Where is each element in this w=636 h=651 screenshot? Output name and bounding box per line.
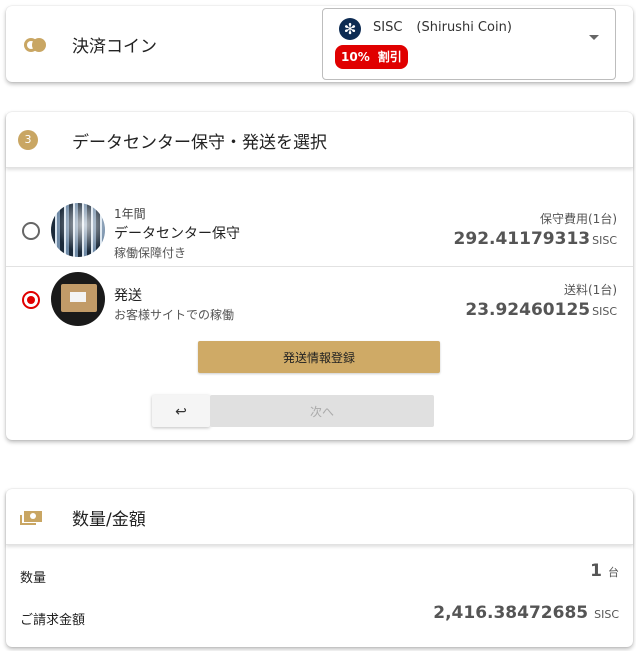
total-amount-value: 2,416.38472685 — [433, 603, 589, 623]
datacenter-price-value: 292.41179313 — [453, 229, 591, 249]
quantity-value: 1 — [590, 561, 602, 581]
total-amount-label: ご請求金額 — [20, 613, 86, 628]
shipping-price-unit: SISC — [592, 305, 617, 318]
shirushi-coin-logo-icon: ✻ — [339, 18, 361, 40]
total-amount-row: ご請求金額 2,416.38472685 SISC — [6, 603, 633, 633]
radio-datacenter-maintenance[interactable] — [22, 222, 40, 240]
datacenter-period: 1年間 — [114, 207, 146, 221]
datacenter-shipping-card: 3 データセンター保守・発送を選択 1年間 データセンター保守 稼働保障付き 保… — [6, 112, 633, 440]
shipping-option-title: 発送 — [114, 288, 142, 304]
datacenter-price: 保守費用(1台) 292.41179313 SISC — [454, 210, 617, 249]
step-number-badge: 3 — [18, 130, 38, 150]
shipping-price-value: 23.92460125 — [465, 300, 591, 320]
shipping-info-register-button[interactable]: 発送情報登録 — [198, 341, 440, 373]
shipping-box-thumbnail — [51, 272, 105, 326]
datacenter-price-unit: SISC — [592, 234, 617, 247]
option-divider — [6, 266, 633, 267]
quantity-amount-header: 数量/金額 — [6, 489, 633, 545]
next-button[interactable]: 次へ — [210, 395, 434, 427]
shipping-option-text: 発送 お客様サイトでの稼働 — [114, 284, 234, 323]
datacenter-option-subtitle: 稼働保障付き — [114, 246, 187, 260]
quantity-unit: 台 — [608, 566, 619, 579]
coin-ticker: SISC — [373, 20, 403, 35]
datacenter-option-text: 1年間 データセンター保守 稼働保障付き — [114, 205, 240, 261]
dropdown-arrow-icon[interactable] — [589, 35, 599, 40]
discount-label: 割引 — [377, 50, 402, 64]
shipping-price-label: 送料(1台) — [564, 283, 617, 297]
total-amount-unit: SISC — [594, 608, 619, 621]
back-button[interactable]: ↩ — [152, 395, 210, 427]
quantity-amount-title: 数量/金額 — [72, 510, 146, 530]
payment-coin-card: 決済コイン ✻ SISC (Shirushi Coin) 10% 割引 — [6, 6, 633, 82]
datacenter-thumbnail — [51, 203, 105, 257]
option-shipping[interactable]: 発送 お客様サイトでの稼働 送料(1台) 23.92460125 SISC — [6, 270, 633, 332]
discount-badge: 10% 割引 — [335, 45, 408, 69]
quantity-row: 数量 1台 — [6, 561, 633, 591]
quantity-amount-card: 数量/金額 数量 1台 ご請求金額 2,416.38472685 SISC — [6, 489, 633, 647]
radio-shipping[interactable] — [22, 291, 40, 309]
payment-coin-title: 決済コイン — [72, 37, 157, 57]
datacenter-shipping-title: データセンター保守・発送を選択 — [72, 133, 327, 153]
coin-select-dropdown[interactable]: ✻ SISC (Shirushi Coin) 10% 割引 — [322, 8, 616, 80]
datacenter-shipping-header: 3 データセンター保守・発送を選択 — [6, 112, 633, 168]
payment-coin-header: 決済コイン ✻ SISC (Shirushi Coin) 10% 割引 — [6, 6, 633, 82]
quantity-label: 数量 — [20, 571, 47, 586]
money-icon — [20, 511, 42, 525]
option-datacenter-maintenance[interactable]: 1年間 データセンター保守 稼働保障付き 保守費用(1台) 292.411793… — [6, 201, 633, 263]
shipping-option-subtitle: お客様サイトでの稼働 — [114, 308, 235, 322]
coin-name: SISC (Shirushi Coin) — [373, 20, 512, 35]
discount-percent: 10% — [341, 50, 370, 64]
datacenter-price-label: 保守費用(1台) — [540, 212, 617, 226]
coin-full-name: (Shirushi Coin) — [416, 20, 512, 35]
datacenter-option-title: データセンター保守 — [114, 226, 240, 242]
shipping-price: 送料(1台) 23.92460125 SISC — [465, 281, 617, 320]
coins-icon — [24, 38, 46, 52]
